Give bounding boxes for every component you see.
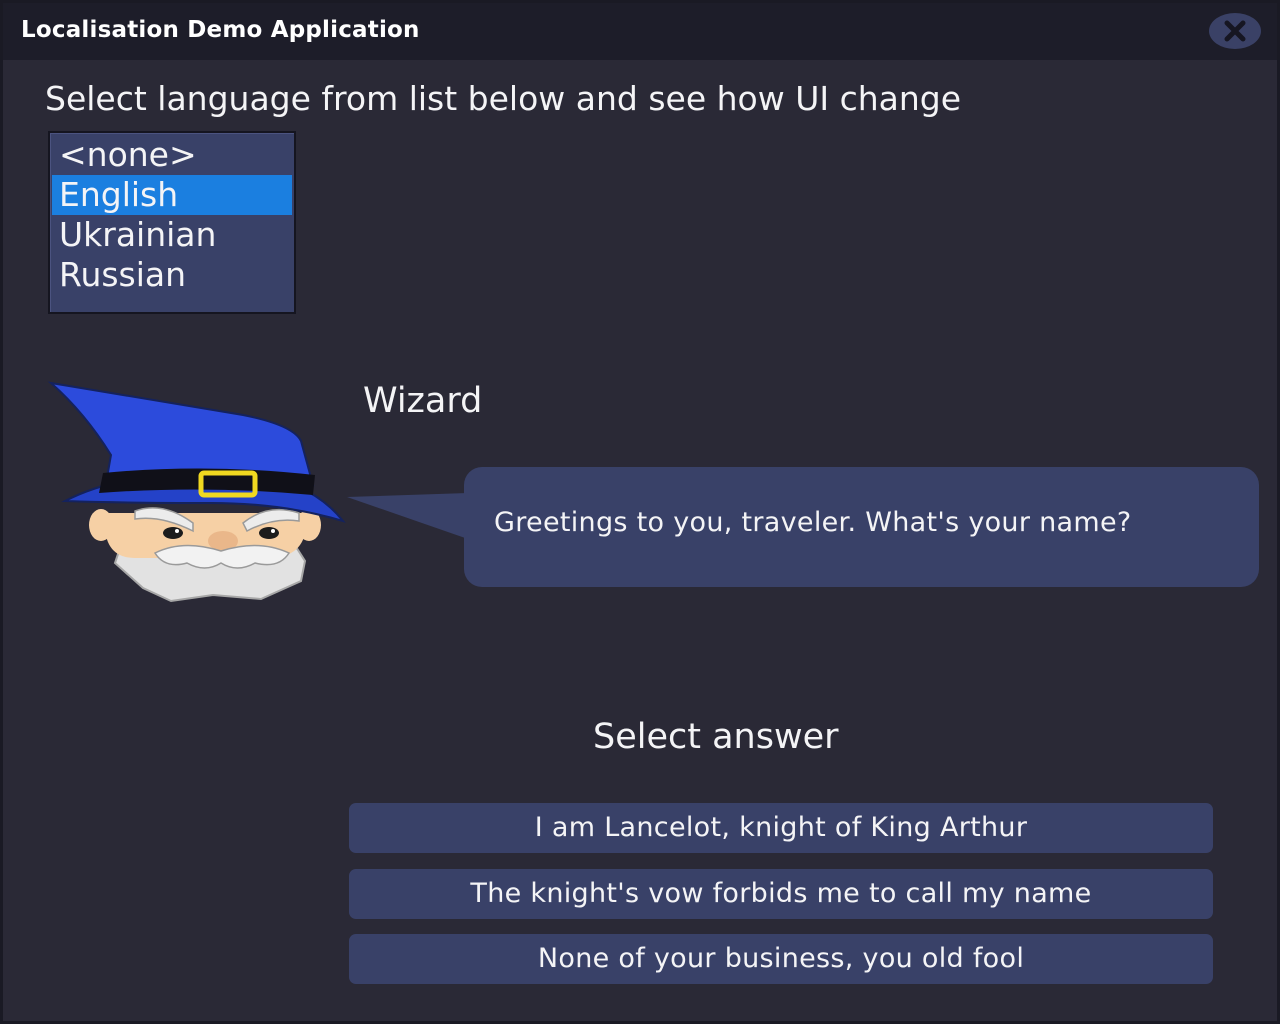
wizard-avatar	[47, 381, 346, 603]
instruction-label: Select language from list below and see …	[45, 79, 962, 118]
answer-button-3[interactable]: None of your business, you old fool	[349, 934, 1213, 984]
language-option-english[interactable]: English	[52, 175, 292, 215]
app-window: Localisation Demo Application Select lan…	[0, 0, 1280, 1024]
language-option-ukrainian[interactable]: Ukrainian	[52, 215, 292, 255]
title-bar[interactable]: Localisation Demo Application	[3, 3, 1277, 60]
answer-heading: Select answer	[593, 717, 839, 757]
speaker-name: Wizard	[363, 381, 483, 421]
answer-button-2[interactable]: The knight's vow forbids me to call my n…	[349, 869, 1213, 919]
close-icon	[1224, 20, 1246, 42]
speech-bubble: Greetings to you, traveler. What's your …	[464, 467, 1259, 587]
speech-bubble-tail	[347, 493, 468, 539]
speech-text: Greetings to you, traveler. What's your …	[494, 507, 1132, 538]
language-listbox[interactable]: <none> English Ukrainian Russian	[48, 131, 296, 314]
language-option-russian[interactable]: Russian	[52, 255, 292, 295]
close-button[interactable]	[1209, 13, 1261, 49]
answer-button-1[interactable]: I am Lancelot, knight of King Arthur	[349, 803, 1213, 853]
window-title: Localisation Demo Application	[21, 17, 420, 43]
language-option-none[interactable]: <none>	[52, 135, 292, 175]
